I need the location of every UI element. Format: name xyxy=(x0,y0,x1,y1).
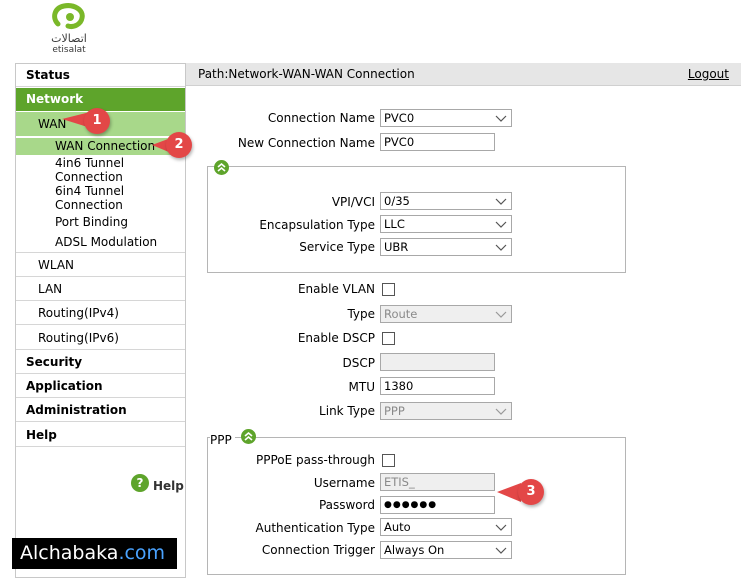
username-input[interactable]: ETIS_ xyxy=(380,473,495,491)
sidebar-item-security[interactable]: Security xyxy=(16,351,185,374)
sidebar-item-routing-ipv6[interactable]: Routing(IPv6) xyxy=(16,326,185,350)
watermark: Alchabaka.com xyxy=(12,538,177,569)
chevron-down-icon xyxy=(495,198,507,205)
sidebar-item-administration[interactable]: Administration xyxy=(16,399,185,422)
chevron-down-icon xyxy=(495,547,507,554)
password-input[interactable]: ●●●●●● xyxy=(380,496,495,514)
dscp-input[interactable] xyxy=(380,353,495,371)
service-type-label: Service Type xyxy=(299,240,375,254)
etisalat-logo: اتصالات etisalat xyxy=(44,2,94,58)
auth-type-label: Authentication Type xyxy=(255,521,375,535)
vpi-vci-select[interactable]: 0/35 xyxy=(380,192,512,210)
connection-name-select[interactable]: PVC0 xyxy=(380,109,512,127)
sidebar-item-help[interactable]: Help xyxy=(16,424,185,447)
service-type-select[interactable]: UBR xyxy=(380,238,512,256)
chevron-down-icon xyxy=(495,244,507,251)
link-type-label: Link Type xyxy=(319,404,375,418)
type-label: Type xyxy=(347,307,375,321)
sidebar-item-status[interactable]: Status xyxy=(16,64,185,87)
new-connection-name-label: New Connection Name xyxy=(237,136,375,150)
pppoe-passthrough-checkbox[interactable] xyxy=(382,454,395,467)
vpi-vci-value: 0/35 xyxy=(384,194,410,208)
breadcrumb: Path:Network-WAN-WAN Connection xyxy=(198,67,415,81)
double-chevron-up-icon xyxy=(217,162,226,172)
path-bar: Path:Network-WAN-WAN Connection Logout xyxy=(186,63,741,86)
chevron-down-icon xyxy=(495,221,507,228)
ppp-section-label: PPP xyxy=(210,433,235,447)
sidebar-item-application[interactable]: Application xyxy=(16,375,185,398)
dscp-label: DSCP xyxy=(342,356,375,370)
username-label: Username xyxy=(313,476,375,490)
encapsulation-select[interactable]: LLC xyxy=(380,215,512,233)
logout-link[interactable]: Logout xyxy=(688,67,729,81)
sidebar-item-routing-ipv4[interactable]: Routing(IPv4) xyxy=(16,301,185,325)
pppoe-passthrough-label: PPPoE pass-through xyxy=(256,453,375,467)
sidebar-item-adsl-modulation[interactable]: ADSL Modulation xyxy=(55,235,157,249)
mtu-label: MTU xyxy=(348,380,375,394)
chevron-down-icon xyxy=(495,524,507,531)
chevron-down-icon xyxy=(495,408,507,415)
encapsulation-label: Encapsulation Type xyxy=(259,218,375,232)
watermark-domain: .com xyxy=(118,542,166,564)
logo-arabic-text: اتصالات xyxy=(51,32,87,45)
logo-latin-text: etisalat xyxy=(52,45,86,55)
enable-dscp-checkbox[interactable] xyxy=(382,332,395,345)
connection-trigger-select[interactable]: Always On xyxy=(380,541,512,559)
sidebar-item-4in6-tunnel[interactable]: 4in6 Tunnel Connection xyxy=(55,156,124,184)
password-label: Password xyxy=(318,498,375,512)
new-connection-name-input[interactable]: PVC0 xyxy=(380,133,495,151)
encapsulation-value: LLC xyxy=(384,217,405,231)
sidebar-item-6in4-tunnel[interactable]: 6in4 Tunnel Connection xyxy=(55,184,124,212)
annotation-badge-1: 1 xyxy=(84,108,110,134)
double-chevron-up-icon xyxy=(244,431,253,441)
type-select[interactable]: Route xyxy=(380,305,512,323)
connection-trigger-label: Connection Trigger xyxy=(261,543,375,557)
collapse-atm-button[interactable] xyxy=(214,160,229,175)
auth-type-select[interactable]: Auto xyxy=(380,518,512,536)
link-type-select[interactable]: PPP xyxy=(380,402,512,420)
sidebar-item-lan[interactable]: LAN xyxy=(16,277,185,301)
connection-trigger-value: Always On xyxy=(384,543,445,557)
sidebar-item-port-binding[interactable]: Port Binding xyxy=(55,215,128,229)
sidebar-item-4in6-line1: 4in6 Tunnel xyxy=(55,156,125,170)
chevron-down-icon xyxy=(495,311,507,318)
chevron-down-icon xyxy=(495,115,507,122)
sidebar-item-6in4-line1: 6in4 Tunnel xyxy=(55,184,125,198)
sidebar-item-6in4-line2: Connection xyxy=(55,198,123,212)
vpi-vci-label: VPI/VCI xyxy=(331,195,375,209)
help-icon: ? xyxy=(131,474,149,492)
enable-dscp-label: Enable DSCP xyxy=(297,331,375,345)
link-type-value: PPP xyxy=(384,404,405,418)
enable-vlan-checkbox[interactable] xyxy=(382,283,395,296)
annotation-badge-2: 2 xyxy=(166,132,192,158)
collapse-ppp-button[interactable] xyxy=(241,429,256,444)
connection-name-label: Connection Name xyxy=(267,111,375,125)
help-link-label: Help xyxy=(153,479,184,493)
enable-vlan-label: Enable VLAN xyxy=(297,282,375,296)
mtu-input[interactable]: 1380 xyxy=(380,377,495,395)
type-value: Route xyxy=(384,307,418,321)
annotation-badge-3: 3 xyxy=(518,479,544,505)
watermark-text: Alchabaka xyxy=(20,542,119,564)
connection-name-value: PVC0 xyxy=(384,111,415,125)
sidebar-item-wlan[interactable]: WLAN xyxy=(16,253,185,277)
sidebar-item-4in6-line2: Connection xyxy=(55,170,123,184)
auth-type-value: Auto xyxy=(384,520,411,534)
service-type-value: UBR xyxy=(384,240,409,254)
